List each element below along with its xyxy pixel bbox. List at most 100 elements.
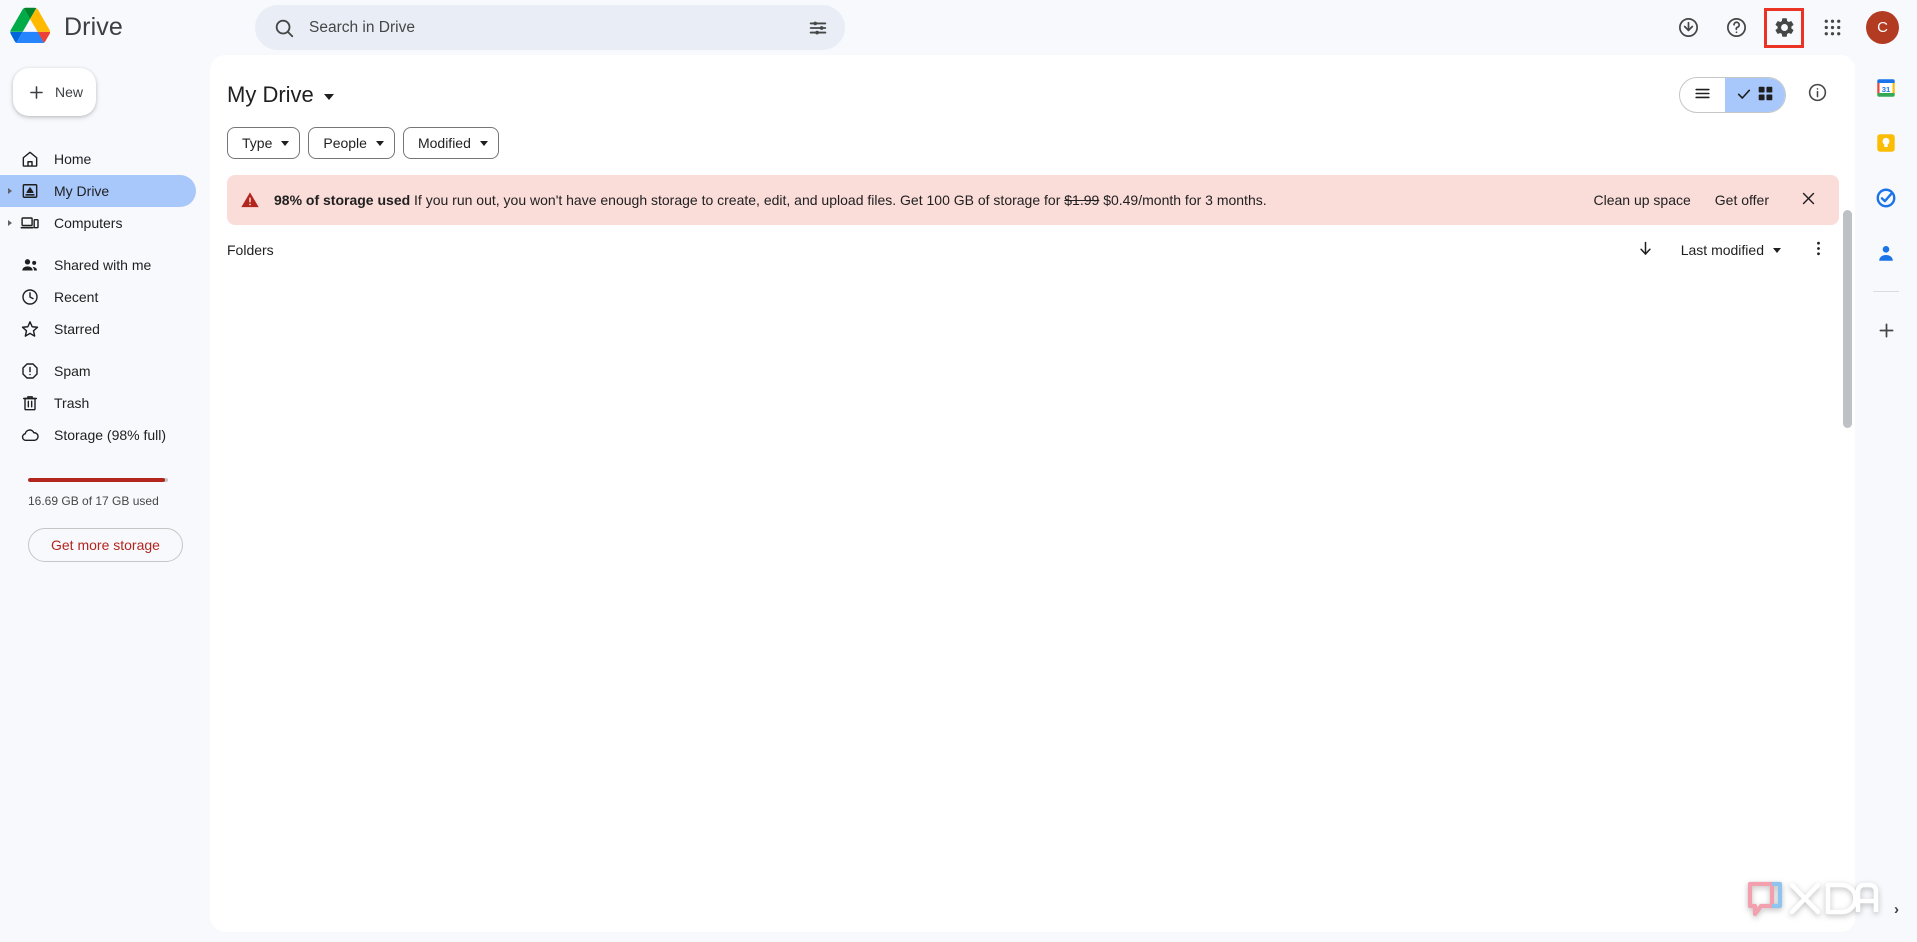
main-content-card: My Drive Type People Modified 98% of sto… <box>210 55 1856 932</box>
chevron-down-icon <box>323 94 334 100</box>
storage-progress-bar <box>28 478 168 482</box>
sort-by-dropdown[interactable]: Last modified <box>1670 235 1792 265</box>
sidebar-item-recent[interactable]: Recent <box>0 281 196 313</box>
page-title-dropdown[interactable]: My Drive <box>227 82 334 108</box>
contacts-icon[interactable] <box>1867 234 1905 272</box>
sidebar-item-shared-with-me[interactable]: Shared with me <box>0 249 196 281</box>
spam-icon <box>20 361 40 381</box>
banner-message: 98% of storage used If you run out, you … <box>274 192 1267 208</box>
tasks-icon[interactable] <box>1867 179 1905 217</box>
check-icon <box>1736 86 1752 105</box>
view-controls <box>1679 76 1836 114</box>
new-button-label: New <box>55 84 84 100</box>
search-bar[interactable] <box>255 5 845 50</box>
banner-bold-text: 98% of storage used <box>274 192 411 208</box>
activity-icon[interactable] <box>1668 8 1708 48</box>
page-title: My Drive <box>227 82 314 107</box>
keep-icon[interactable] <box>1867 124 1905 162</box>
sidebar-item-my-drive[interactable]: My Drive <box>0 175 196 207</box>
more-vertical-icon <box>1809 239 1828 261</box>
sidebar-item-label: Spam <box>54 363 91 379</box>
app-brand[interactable]: Drive <box>0 0 210 55</box>
grid-view-button[interactable] <box>1725 78 1785 112</box>
filter-chip-people[interactable]: People <box>308 127 395 159</box>
google-apps-grid-icon[interactable] <box>1812 8 1852 48</box>
sidebar-item-label: Trash <box>54 395 90 411</box>
sidebar-group-system: Spam Trash Storage (98% full) <box>0 355 210 461</box>
top-bar-actions: C <box>1668 7 1917 48</box>
sidebar-group-shared: Shared with me Recent Starred <box>0 249 210 355</box>
new-button[interactable]: New <box>13 68 96 116</box>
sidebar-item-label: Storage (98% full) <box>54 427 167 443</box>
more-options-button[interactable] <box>1800 232 1836 268</box>
get-offer-button[interactable]: Get offer <box>1705 184 1779 216</box>
files-grid-area[interactable] <box>210 273 1856 833</box>
sidebar-item-storage[interactable]: Storage (98% full) <box>0 419 196 451</box>
view-toggle-group <box>1679 77 1786 113</box>
sidebar-item-computers[interactable]: Computers <box>0 207 196 239</box>
top-app-bar: Drive Search in Drive C <box>0 0 1917 55</box>
app-name: Drive <box>64 13 123 41</box>
get-more-storage-button[interactable]: Get more storage <box>28 528 183 562</box>
filter-chip-modified[interactable]: Modified <box>402 127 499 159</box>
tune-options-icon[interactable] <box>807 17 829 39</box>
storage-usage-text: 16.69 GB of 17 GB used <box>28 494 159 508</box>
sidebar-item-home[interactable]: Home <box>0 143 196 175</box>
section-title: Folders <box>227 242 274 258</box>
sidebar-item-label: My Drive <box>54 183 110 199</box>
banner-body-2: /month for 3 months. <box>1138 192 1267 208</box>
sidebar: New Home My Drive Computers Shared with … <box>0 55 210 942</box>
chevron-down-icon <box>1773 247 1781 253</box>
avatar[interactable]: C <box>1866 11 1899 44</box>
chevron-down-icon <box>281 140 290 146</box>
chip-label: People <box>323 135 367 151</box>
search-icon <box>273 17 295 39</box>
sidebar-item-label: Starred <box>54 321 100 337</box>
list-view-icon <box>1693 84 1712 106</box>
help-icon[interactable] <box>1716 8 1756 48</box>
sidebar-item-spam[interactable]: Spam <box>0 355 196 387</box>
folders-section-header: Folders Last modified <box>210 227 1856 273</box>
clean-up-space-button[interactable]: Clean up space <box>1583 184 1700 216</box>
grid-view-icon <box>1756 84 1775 106</box>
chevron-right-icon[interactable] <box>8 188 12 194</box>
search-input[interactable] <box>295 18 807 37</box>
sidebar-item-label: Computers <box>54 215 123 231</box>
warning-icon <box>240 190 260 210</box>
banner-old-price: $1.99 <box>1064 192 1100 208</box>
sidebar-group-primary: Home My Drive Computers <box>0 143 210 249</box>
list-view-button[interactable] <box>1680 78 1725 112</box>
info-icon <box>1807 82 1828 108</box>
home-icon <box>20 149 40 169</box>
banner-new-price: $0.49 <box>1103 192 1139 208</box>
sort-by-label: Last modified <box>1680 242 1764 258</box>
chevron-right-icon[interactable] <box>8 220 12 226</box>
sidebar-item-starred[interactable]: Starred <box>0 313 196 345</box>
storage-warning-banner: 98% of storage used If you run out, you … <box>227 175 1839 225</box>
filter-chip-type[interactable]: Type <box>227 127 301 159</box>
my-drive-icon <box>20 181 40 201</box>
drive-logo-icon <box>10 7 51 48</box>
close-banner-button[interactable] <box>1791 183 1825 217</box>
side-panel-rail: 31 <box>1855 55 1917 942</box>
close-icon <box>1800 190 1817 210</box>
rail-divider <box>1873 291 1899 292</box>
chip-label: Type <box>242 135 273 151</box>
sidebar-item-label: Recent <box>54 289 99 305</box>
sidebar-item-trash[interactable]: Trash <box>0 387 196 419</box>
arrow-down-icon <box>1636 239 1655 261</box>
clock-icon <box>20 287 40 307</box>
calendar-icon[interactable]: 31 <box>1867 69 1905 107</box>
filter-chips: Type People Modified <box>210 127 1856 159</box>
details-info-button[interactable] <box>1798 76 1836 114</box>
add-ons-plus-icon[interactable] <box>1867 311 1905 349</box>
cloud-icon <box>20 425 40 445</box>
sidebar-item-label: Shared with me <box>54 257 152 273</box>
main-header: My Drive <box>210 63 1856 127</box>
main-scrollbar[interactable] <box>1843 210 1852 428</box>
star-icon <box>20 319 40 339</box>
settings-gear-icon[interactable] <box>1764 7 1804 48</box>
computers-icon <box>20 213 40 233</box>
sort-direction-button[interactable] <box>1628 232 1664 268</box>
chip-label: Modified <box>417 135 471 151</box>
